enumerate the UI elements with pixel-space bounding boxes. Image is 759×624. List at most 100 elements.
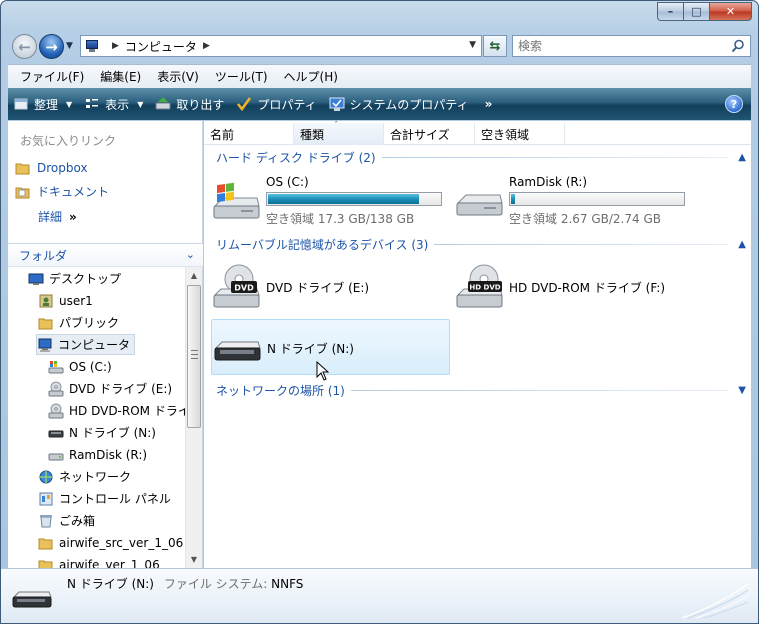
- minimize-button[interactable]: –: [657, 2, 683, 21]
- scroll-up-icon[interactable]: ▲: [186, 267, 202, 284]
- more-commands-chevron[interactable]: »: [485, 97, 493, 111]
- eject-button[interactable]: 取り出す: [155, 96, 224, 113]
- tree-item-control-panel[interactable]: コントロール パネル: [38, 488, 171, 509]
- tree-item-ramdisk-r[interactable]: RamDisk (R:): [48, 444, 147, 465]
- tree-item-public[interactable]: パブリック: [38, 312, 119, 333]
- tree-item-dvd-e[interactable]: DVD ドライブ (E:): [48, 378, 172, 399]
- details-text: N ドライブ (N:) ファイル システム: NNFS: [67, 575, 303, 592]
- tree-item-label: OS (C:): [69, 359, 112, 374]
- menu-help[interactable]: ヘルプ(H): [276, 68, 346, 85]
- column-name[interactable]: 名前: [204, 123, 294, 145]
- dvd-badge: DVD: [234, 284, 254, 293]
- chevron-down-icon[interactable]: ▼: [738, 385, 746, 396]
- system-properties-label: システムのプロパティ: [349, 97, 469, 112]
- menu-edit[interactable]: 編集(E): [92, 68, 149, 85]
- dvd-drive-icon: DVD: [213, 264, 260, 308]
- organize-button[interactable]: 整理 ▼: [13, 96, 72, 113]
- group-network-locations[interactable]: ネットワークの場所 (1) ▼: [216, 382, 746, 398]
- address-dropdown-icon[interactable]: ▼: [469, 40, 476, 50]
- forward-button[interactable]: →: [39, 34, 64, 59]
- column-label: 空き領域: [481, 127, 530, 142]
- removable-drive-icon: [214, 341, 261, 361]
- organize-dropdown-icon: ▼: [66, 99, 73, 109]
- column-type[interactable]: 種類 ˆ: [294, 121, 384, 145]
- views-icon: [84, 96, 100, 112]
- breadcrumb-arrow-icon[interactable]: ▶: [112, 41, 119, 51]
- tree-item-label: user1: [59, 293, 93, 308]
- folder-icon: [38, 557, 54, 568]
- computer-icon: [84, 39, 100, 53]
- tree-item-n-drive[interactable]: N ドライブ (N:): [48, 422, 156, 443]
- search-icon[interactable]: [730, 38, 746, 54]
- column-total-size[interactable]: 合計サイズ: [384, 123, 475, 145]
- chevron-down-icon[interactable]: ⌄: [186, 248, 195, 261]
- history-dropdown-icon[interactable]: ▼: [66, 41, 73, 51]
- tree-scrollbar[interactable]: ▲ ▼: [185, 267, 202, 568]
- close-button[interactable]: ✕: [709, 2, 752, 21]
- properties-button[interactable]: プロパティ: [236, 96, 317, 113]
- drive-name: RamDisk (R:): [509, 175, 588, 189]
- system-properties-button[interactable]: システムのプロパティ: [329, 96, 469, 113]
- tree-item-network[interactable]: ネットワーク: [38, 466, 131, 487]
- windows-drive-icon: [213, 182, 260, 219]
- drive-n-selected[interactable]: N ドライブ (N:): [211, 319, 450, 375]
- tree-item-airwife-src[interactable]: airwife_src_ver_1_06: [38, 532, 183, 553]
- views-dropdown-icon: ▼: [137, 99, 144, 109]
- caption-buttons: – □ ✕: [657, 2, 752, 21]
- folders-header[interactable]: フォルダ ⌄: [8, 243, 203, 267]
- help-button[interactable]: ?: [725, 95, 743, 113]
- folders-label: フォルダ: [19, 248, 68, 263]
- breadcrumb-arrow-icon[interactable]: ▶: [203, 41, 210, 51]
- more-link[interactable]: 詳細 »: [38, 208, 77, 225]
- usage-bar-fill: [511, 194, 516, 204]
- group-removable-devices[interactable]: リムーバブル記憶域があるデバイス (3) ▲: [216, 236, 746, 252]
- column-label: 合計サイズ: [390, 127, 450, 142]
- menu-tools[interactable]: ツール(T): [207, 68, 276, 85]
- menu-file[interactable]: ファイル(F): [12, 68, 92, 85]
- details-fs-label: ファイル システム:: [163, 577, 268, 591]
- organize-label: 整理: [34, 97, 59, 112]
- double-chevron-icon: »: [69, 209, 77, 224]
- menu-bar: ファイル(F) 編集(E) 表示(V) ツール(T) ヘルプ(H): [8, 64, 751, 88]
- tree-item-label: DVD ドライブ (E:): [69, 382, 173, 396]
- group-label: ネットワークの場所 (1): [216, 383, 345, 398]
- menu-view[interactable]: 表示(V): [149, 68, 207, 85]
- system-properties-icon: [329, 96, 345, 112]
- breadcrumb-computer[interactable]: コンピュータ: [125, 38, 197, 55]
- tree-item-hddvd-f[interactable]: HD DVD-ROM ドライ: [48, 400, 185, 421]
- search-input[interactable]: [518, 39, 718, 53]
- back-button[interactable]: ←: [12, 34, 37, 59]
- command-bar: 整理 ▼ 表示 ▼ 取り出す プロパティ システムのプロパティ » ?: [8, 88, 751, 120]
- favorite-dropbox[interactable]: Dropbox: [15, 160, 88, 176]
- scrollbar-thumb[interactable]: [187, 285, 201, 428]
- favorite-documents[interactable]: ドキュメント: [15, 183, 109, 200]
- address-bar[interactable]: ▶ コンピュータ ▶ ▼: [80, 35, 482, 57]
- column-free-space[interactable]: 空き領域: [475, 123, 565, 145]
- details-item-name: N ドライブ (N:): [67, 577, 154, 591]
- vista-swoosh-decoration: [681, 583, 749, 619]
- tree-item-user1[interactable]: user1: [38, 290, 93, 311]
- drive-free-space: 空き領域 17.3 GB/138 GB: [266, 212, 415, 226]
- views-button[interactable]: 表示 ▼: [84, 96, 143, 113]
- tree-item-desktop[interactable]: デスクトップ: [28, 268, 121, 289]
- search-box[interactable]: [512, 35, 751, 57]
- hd-dvd-drive-icon: [48, 403, 64, 419]
- tree-item-computer[interactable]: コンピュータ: [36, 334, 136, 355]
- chevron-up-icon[interactable]: ▲: [738, 239, 746, 250]
- group-hard-disks[interactable]: ハード ディスク ドライブ (2) ▲: [216, 149, 746, 165]
- drive-name: OS (C:): [266, 175, 309, 189]
- network-icon: [38, 469, 54, 485]
- maximize-button[interactable]: □: [683, 2, 709, 21]
- favorite-label: Dropbox: [37, 161, 88, 175]
- chevron-up-icon[interactable]: ▲: [738, 152, 746, 163]
- scroll-down-icon[interactable]: ▼: [186, 551, 202, 568]
- tree-item-airwife[interactable]: airwife_ver_1_06: [38, 554, 160, 568]
- refresh-button[interactable]: ⇆: [483, 35, 507, 57]
- tree-item-recycle-bin[interactable]: ごみ箱: [38, 510, 95, 531]
- column-headers: 名前 種類 ˆ 合計サイズ 空き領域: [204, 121, 751, 145]
- windows-drive-icon: [48, 359, 64, 375]
- organize-icon: [13, 96, 29, 112]
- tree-item-os-c[interactable]: OS (C:): [48, 356, 112, 377]
- sort-ascending-icon: ˆ: [334, 121, 339, 131]
- tree-item-label: コントロール パネル: [59, 492, 171, 506]
